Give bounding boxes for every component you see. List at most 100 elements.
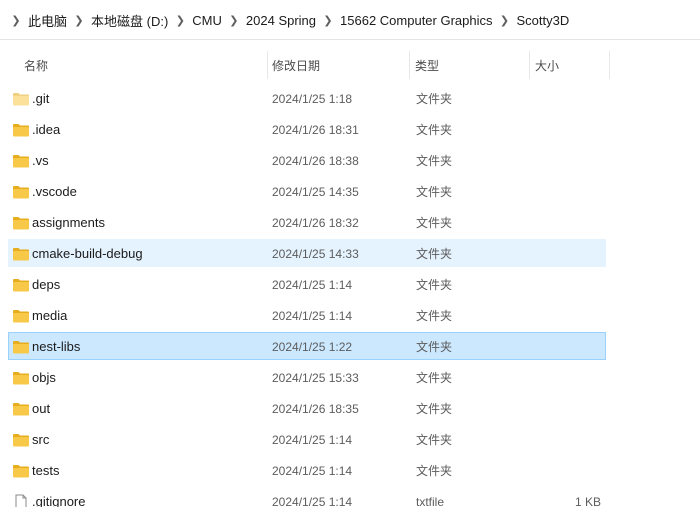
file-row[interactable]: .vscode 2024/1/25 14:35 文件夹 xyxy=(8,177,606,205)
file-type: 文件夹 xyxy=(416,340,453,354)
file-date: 2024/1/25 14:33 xyxy=(272,247,359,261)
file-size xyxy=(539,116,601,142)
file-size xyxy=(539,85,601,111)
file-size xyxy=(539,147,601,173)
column-divider[interactable] xyxy=(529,51,530,79)
file-name: media xyxy=(32,308,68,323)
breadcrumb-item[interactable]: 此电脑 xyxy=(27,11,68,30)
file-type: 文件夹 xyxy=(416,92,453,106)
file-date: 2024/1/25 1:22 xyxy=(272,340,353,354)
column-header: 名称 修改日期 类型 大小 xyxy=(0,51,700,79)
file-size xyxy=(539,333,601,359)
file-size xyxy=(539,240,601,266)
column-header-date[interactable]: 修改日期 xyxy=(268,51,409,79)
column-header-size[interactable]: 大小 xyxy=(531,51,609,79)
column-header-name[interactable]: 名称 xyxy=(20,51,267,79)
file-date: 2024/1/25 1:14 xyxy=(272,495,353,507)
file-name: deps xyxy=(32,277,61,292)
file-size xyxy=(539,395,601,421)
file-type: 文件夹 xyxy=(416,402,453,416)
file-date: 2024/1/26 18:32 xyxy=(272,216,359,230)
breadcrumb-item-current[interactable]: Scotty3D xyxy=(516,13,571,28)
file-row[interactable]: tests 2024/1/25 1:14 文件夹 xyxy=(8,456,606,484)
file-type: 文件夹 xyxy=(416,371,453,385)
folder-icon xyxy=(12,339,30,355)
file-date: 2024/1/26 18:38 xyxy=(272,154,359,168)
file-date: 2024/1/25 14:35 xyxy=(272,185,359,199)
column-divider[interactable] xyxy=(609,51,610,79)
breadcrumb-item[interactable]: 15662 Computer Graphics xyxy=(339,13,493,28)
file-size xyxy=(539,364,601,390)
folder-icon xyxy=(12,153,30,169)
chevron-right-icon[interactable]: ❯ xyxy=(8,14,24,27)
chevron-right-icon[interactable]: ❯ xyxy=(497,14,513,27)
breadcrumb-item[interactable]: 本地磁盘 (D:) xyxy=(90,11,169,30)
file-type: 文件夹 xyxy=(416,309,453,323)
file-name: .vs xyxy=(32,153,49,168)
folder-icon xyxy=(12,432,30,448)
file-row[interactable]: assignments 2024/1/26 18:32 文件夹 xyxy=(8,208,606,236)
file-name: .idea xyxy=(32,122,61,137)
file-name: tests xyxy=(32,463,60,478)
folder-icon xyxy=(12,277,30,293)
file-name: .gitignore xyxy=(32,494,86,507)
file-row[interactable]: cmake-build-debug 2024/1/25 14:33 文件夹 xyxy=(8,239,606,267)
text-file-icon xyxy=(12,494,30,507)
file-size: 1 KB xyxy=(574,495,601,507)
file-name: .vscode xyxy=(32,184,77,199)
file-size xyxy=(539,457,601,483)
breadcrumb: ❯ 此电脑 ❯ 本地磁盘 (D:) ❯ CMU ❯ 2024 Spring ❯ … xyxy=(5,11,570,30)
file-date: 2024/1/26 18:31 xyxy=(272,123,359,137)
breadcrumb-item[interactable]: 2024 Spring xyxy=(245,13,317,28)
file-type: 文件夹 xyxy=(416,185,453,199)
file-date: 2024/1/26 18:35 xyxy=(272,402,359,416)
file-row[interactable]: .idea 2024/1/26 18:31 文件夹 xyxy=(8,115,606,143)
file-date: 2024/1/25 15:33 xyxy=(272,371,359,385)
file-name: nest-libs xyxy=(32,339,81,354)
folder-icon xyxy=(12,215,30,231)
file-type: 文件夹 xyxy=(416,123,453,137)
file-date: 2024/1/25 1:14 xyxy=(272,309,353,323)
file-row[interactable]: nest-libs 2024/1/25 1:22 文件夹 xyxy=(8,332,606,360)
file-type: 文件夹 xyxy=(416,278,453,292)
file-name: out xyxy=(32,401,51,416)
file-row[interactable]: objs 2024/1/25 15:33 文件夹 xyxy=(8,363,606,391)
file-row[interactable]: media 2024/1/25 1:14 文件夹 xyxy=(8,301,606,329)
file-date: 2024/1/25 1:14 xyxy=(272,464,353,478)
file-row[interactable]: .git 2024/1/25 1:18 文件夹 xyxy=(8,84,606,112)
folder-icon xyxy=(12,463,30,479)
breadcrumb-item[interactable]: CMU xyxy=(191,13,223,28)
chevron-right-icon[interactable]: ❯ xyxy=(320,14,336,27)
file-row[interactable]: .gitignore 2024/1/25 1:14 txtfile 1 KB xyxy=(8,487,606,507)
file-type: 文件夹 xyxy=(416,216,453,230)
file-name: src xyxy=(32,432,50,447)
file-row[interactable]: out 2024/1/26 18:35 文件夹 xyxy=(8,394,606,422)
chevron-right-icon[interactable]: ❯ xyxy=(172,14,188,27)
file-type: 文件夹 xyxy=(416,247,453,261)
file-row[interactable]: .vs 2024/1/26 18:38 文件夹 xyxy=(8,146,606,174)
file-size xyxy=(539,271,601,297)
file-row[interactable]: src 2024/1/25 1:14 文件夹 xyxy=(8,425,606,453)
file-date: 2024/1/25 1:14 xyxy=(272,433,353,447)
file-name: cmake-build-debug xyxy=(32,246,143,261)
column-divider[interactable] xyxy=(409,51,410,79)
file-date: 2024/1/25 1:18 xyxy=(272,92,353,106)
folder-icon xyxy=(12,91,30,107)
file-type: 文件夹 xyxy=(416,154,453,168)
address-bar[interactable]: ❯ 此电脑 ❯ 本地磁盘 (D:) ❯ CMU ❯ 2024 Spring ❯ … xyxy=(0,0,700,40)
file-size xyxy=(539,426,601,452)
file-type: txtfile xyxy=(416,495,445,507)
chevron-right-icon[interactable]: ❯ xyxy=(71,14,87,27)
file-date: 2024/1/25 1:14 xyxy=(272,278,353,292)
file-size xyxy=(539,209,601,235)
folder-icon xyxy=(12,184,30,200)
file-size xyxy=(539,178,601,204)
file-type: 文件夹 xyxy=(416,464,453,478)
chevron-right-icon[interactable]: ❯ xyxy=(226,14,242,27)
folder-icon xyxy=(12,246,30,262)
folder-icon xyxy=(12,122,30,138)
file-name: .git xyxy=(32,91,50,106)
file-name: objs xyxy=(32,370,56,385)
file-row[interactable]: deps 2024/1/25 1:14 文件夹 xyxy=(8,270,606,298)
column-header-type[interactable]: 类型 xyxy=(411,51,529,79)
